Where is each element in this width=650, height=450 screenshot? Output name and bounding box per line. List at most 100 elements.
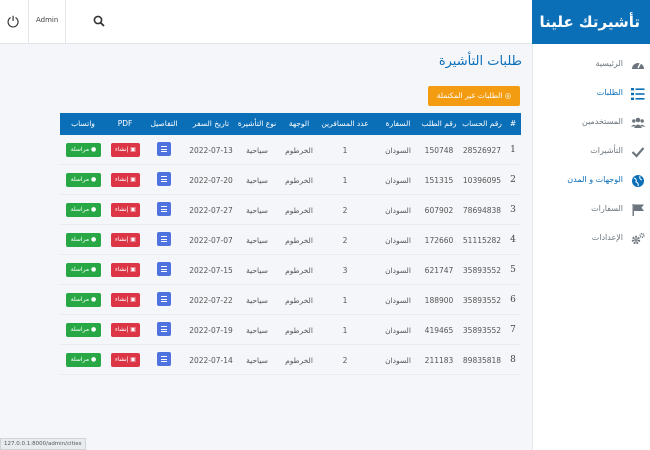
details-button[interactable] (157, 352, 171, 366)
account-number: 51115282 (462, 236, 502, 245)
sidebar-item-users[interactable]: المستخدمين (533, 112, 650, 134)
whatsapp-icon: ● (89, 176, 97, 183)
request-number: 621747 (424, 266, 454, 275)
table-row: 1 28526927 150748 السودان 1 الخرطوم سياحية 2022… (60, 135, 521, 165)
account-number: 10396095 (462, 176, 502, 185)
destination: الخرطوم (285, 176, 313, 185)
create-pdf-label: إنشاء (115, 296, 129, 303)
message-label: مراسلة (70, 206, 90, 213)
create-pdf-label: إنشاء (115, 326, 129, 333)
whatsapp-message-button[interactable]: ● مراسلة (66, 293, 101, 307)
col-request: رقم الطلب (421, 119, 457, 128)
col-pdf: PDF (117, 119, 133, 128)
create-pdf-label: إنشاء (115, 146, 129, 153)
details-button[interactable] (157, 322, 171, 336)
travelers-count: 1 (342, 146, 348, 155)
travel-date: 2022-07-15 (189, 266, 233, 275)
create-pdf-label: إنشاء (115, 206, 129, 213)
brand-title[interactable]: تأشيرتك علينا (532, 0, 650, 44)
whatsapp-message-button[interactable]: ● مراسلة (66, 263, 101, 277)
embassy: السودان (385, 326, 411, 335)
request-number: 419465 (424, 326, 454, 335)
travelers-count: 2 (342, 206, 348, 215)
whatsapp-message-button[interactable]: ● مراسلة (66, 353, 101, 367)
visa-type: سياحية (246, 236, 268, 245)
embassy: السودان (385, 266, 411, 275)
account-number: 89835818 (462, 356, 502, 365)
col-index: # (509, 119, 517, 128)
page-title: طلبات التأشيرة (438, 54, 522, 69)
whatsapp-message-button[interactable]: ● مراسلة (66, 233, 101, 247)
whatsapp-icon: ● (89, 236, 97, 243)
create-pdf-button[interactable]: ▣ إنشاء (111, 233, 140, 247)
table-row: 4 51115282 172660 السودان 2 الخرطوم سياحية 2022… (60, 225, 521, 255)
request-number: 151315 (424, 176, 454, 185)
create-pdf-button[interactable]: ▣ إنشاء (111, 263, 140, 277)
embassy: السودان (385, 356, 411, 365)
sidebar-item-destinations[interactable]: الوجهات و المدن (533, 170, 650, 192)
info-circle-icon: ◎ (504, 91, 512, 100)
message-label: مراسلة (70, 356, 90, 363)
row-index: 3 (510, 205, 516, 215)
travelers-count: 3 (342, 266, 348, 275)
account-number: 78694838 (462, 206, 502, 215)
account-number: 35893552 (462, 326, 502, 335)
request-number: 188900 (424, 296, 454, 305)
message-label: مراسلة (70, 326, 90, 333)
whatsapp-message-button[interactable]: ● مراسلة (66, 143, 101, 157)
create-pdf-label: إنشاء (115, 176, 129, 183)
users-icon (631, 117, 645, 128)
create-pdf-button[interactable]: ▣ إنشاء (111, 353, 140, 367)
sidebar-item-home[interactable]: الرئيسية (533, 54, 650, 76)
row-index: 5 (510, 265, 516, 275)
sidebar-item-visas[interactable]: التأشيرات (533, 141, 650, 163)
account-number: 35893552 (462, 266, 502, 275)
create-pdf-button[interactable]: ▣ إنشاء (111, 203, 140, 217)
visa-type: سياحية (246, 206, 268, 215)
incomplete-requests-button[interactable]: ◎ الطلبات غير المكتملة (428, 86, 520, 106)
visa-type: سياحية (246, 176, 268, 185)
create-pdf-button[interactable]: ▣ إنشاء (111, 323, 140, 337)
details-button[interactable] (157, 262, 171, 276)
row-index: 4 (510, 235, 516, 245)
sidebar-item-settings[interactable]: الإعدادات (533, 228, 650, 250)
power-icon[interactable]: ⏻ (4, 12, 22, 32)
whatsapp-icon: ● (89, 296, 97, 303)
table-body: 1 28526927 150748 السودان 1 الخرطوم سياحية 2022… (60, 135, 521, 375)
details-button[interactable] (157, 202, 171, 216)
whatsapp-message-button[interactable]: ● مراسلة (66, 173, 101, 187)
details-button[interactable] (157, 292, 171, 306)
search-icon[interactable] (93, 15, 105, 27)
create-pdf-button[interactable]: ▣ إنشاء (111, 143, 140, 157)
whatsapp-icon: ● (89, 356, 97, 363)
details-button[interactable] (157, 172, 171, 186)
create-pdf-button[interactable]: ▣ إنشاء (111, 293, 140, 307)
admin-user-label[interactable]: Admin (36, 16, 58, 24)
message-label: مراسلة (70, 176, 90, 183)
row-index: 6 (510, 295, 516, 305)
visa-type: سياحية (246, 326, 268, 335)
check-icon (631, 147, 645, 158)
request-number: 211183 (424, 356, 454, 365)
details-button[interactable] (157, 232, 171, 246)
pdf-file-icon: ▣ (128, 266, 136, 273)
sidebar-item-requests[interactable]: الطلبات (533, 83, 650, 105)
travelers-count: 1 (342, 176, 348, 185)
whatsapp-icon: ● (89, 326, 97, 333)
table-row: 5 35893552 621747 السودان 3 الخرطوم سياحية 2022… (60, 255, 521, 285)
pdf-file-icon: ▣ (128, 326, 136, 333)
create-pdf-label: إنشاء (115, 266, 129, 273)
sidebar-item-label: الإعدادات (591, 233, 623, 242)
sidebar-item-embassies[interactable]: السفارات (533, 199, 650, 221)
sidebar-item-label: التأشيرات (590, 146, 623, 155)
details-button[interactable] (157, 142, 171, 156)
request-number: 172660 (424, 236, 454, 245)
col-visa-type: نوع التأشيرة (237, 119, 277, 128)
sidebar-item-label: السفارات (591, 204, 623, 213)
request-number: 607902 (424, 206, 454, 215)
sidebar-item-label: المستخدمين (582, 117, 623, 126)
visa-type: سياحية (246, 356, 268, 365)
whatsapp-message-button[interactable]: ● مراسلة (66, 323, 101, 337)
whatsapp-message-button[interactable]: ● مراسلة (66, 203, 101, 217)
create-pdf-button[interactable]: ▣ إنشاء (111, 173, 140, 187)
